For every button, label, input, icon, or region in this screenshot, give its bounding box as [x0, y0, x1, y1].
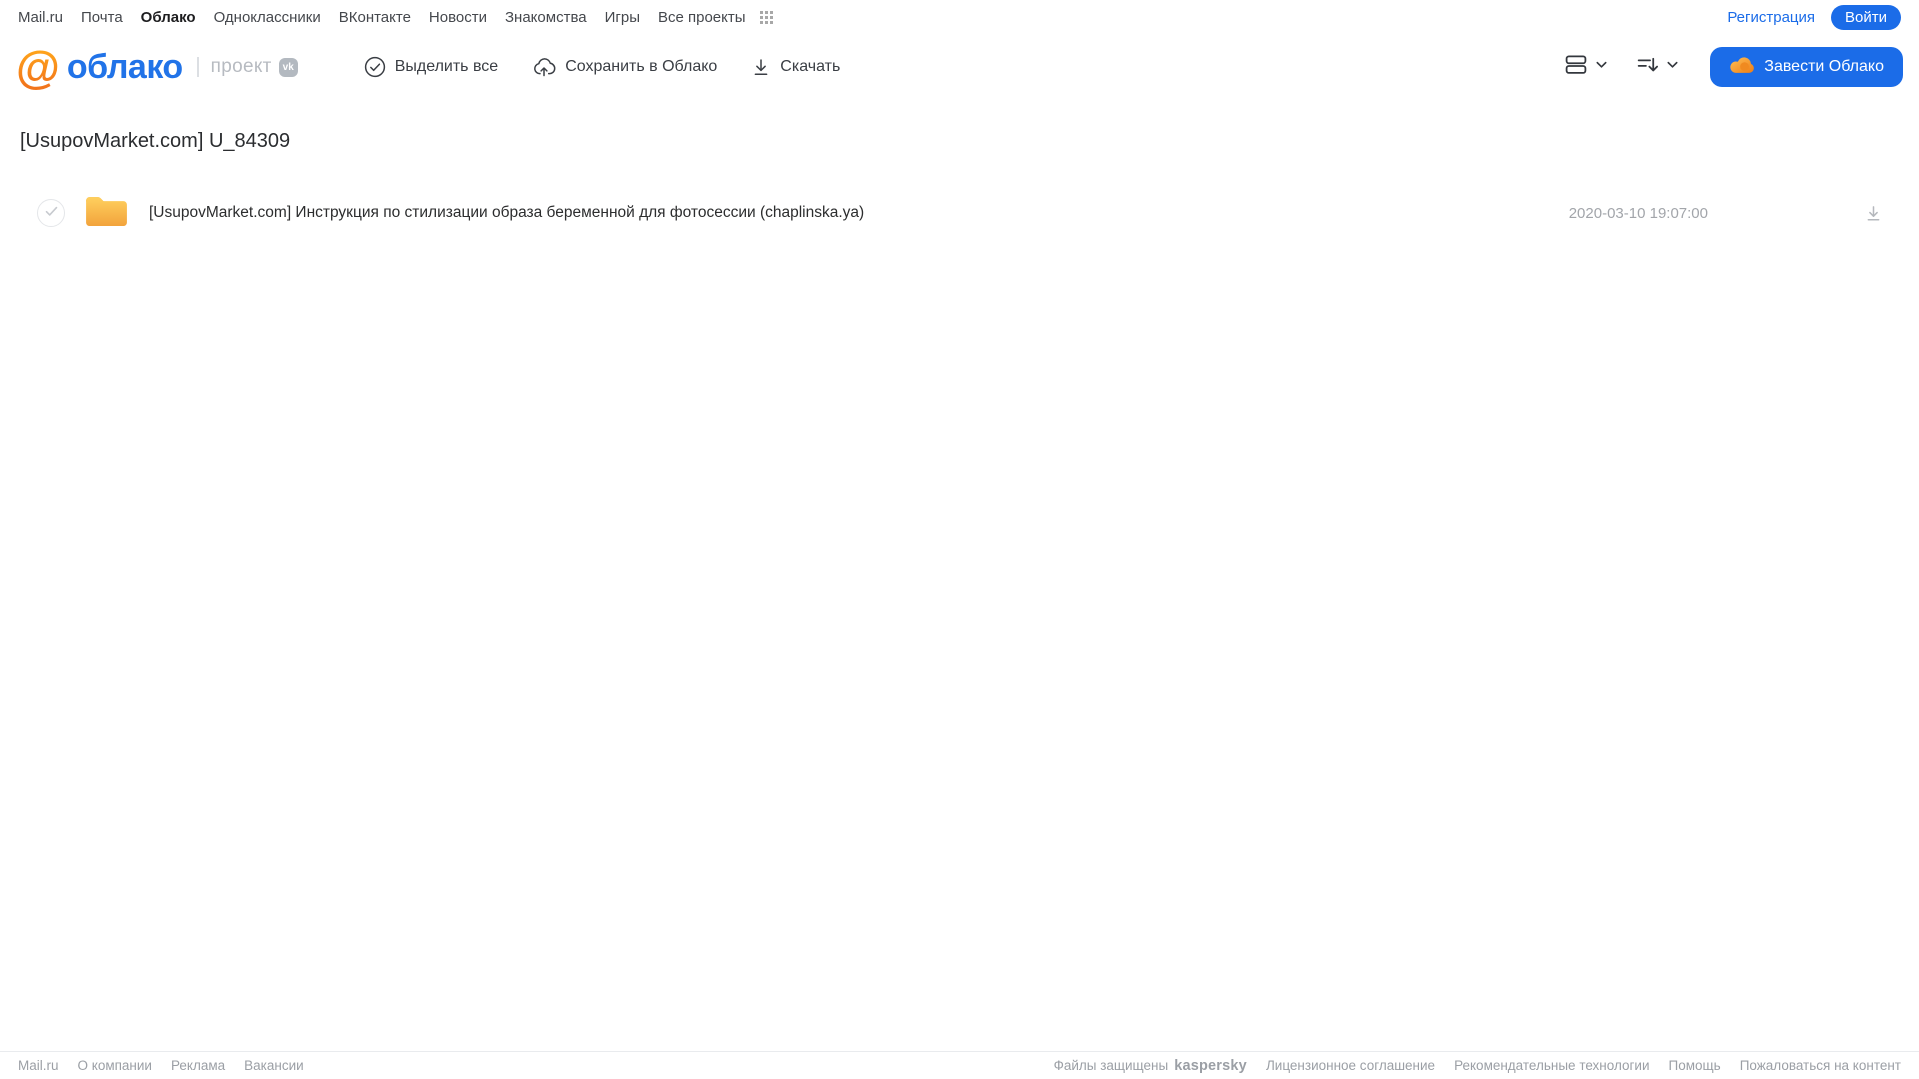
cloud-upload-icon [532, 56, 556, 78]
protected-label: Файлы защищены [1053, 1057, 1169, 1073]
footer-left-links: Mail.ru О компании Реклама Вакансии [18, 1058, 304, 1073]
save-to-cloud-button[interactable]: Сохранить в Облако [532, 56, 717, 78]
vk-badge-icon: vk [278, 57, 298, 77]
topnav-link-znakomstva[interactable]: Знакомства [505, 9, 587, 26]
footer-link-report-content[interactable]: Пожаловаться на контент [1740, 1058, 1901, 1073]
topnav-auth: Регистрация Войти [1727, 4, 1901, 30]
topnav-link-vkontakte[interactable]: ВКонтакте [339, 9, 411, 26]
registration-link[interactable]: Регистрация [1727, 9, 1815, 26]
topnav-link-mailru[interactable]: Mail.ru [18, 9, 63, 26]
file-download-button[interactable] [1864, 204, 1883, 223]
topnav-link-novosti[interactable]: Новости [429, 9, 487, 26]
create-cloud-button[interactable]: Завести Облако [1710, 47, 1903, 87]
footer-link-o-kompanii[interactable]: О компании [78, 1058, 152, 1073]
view-mode-dropdown[interactable] [1559, 49, 1613, 85]
kaspersky-protected: Файлы защищены kaspersky [1054, 1058, 1247, 1074]
footer-link-help[interactable]: Помощь [1669, 1058, 1721, 1073]
page-title: [UsupovMarket.com] U_84309 [20, 130, 291, 152]
topnav-link-pochta[interactable]: Почта [81, 9, 123, 26]
footer-link-mailru[interactable]: Mail.ru [18, 1058, 59, 1073]
cloud-share-page: Mail.ru Почта Облако Одноклассники ВКонт… [0, 0, 1919, 1079]
list-view-icon [1563, 53, 1589, 81]
save-to-cloud-label: Сохранить в Облако [565, 58, 718, 75]
topnav-link-vse-proekty[interactable]: Все проекты [658, 9, 746, 26]
file-actions-toolbar: Выделить все Сохранить в Облако Скачать [364, 56, 840, 78]
cloud-logo[interactable]: @ облако проект vk [16, 45, 298, 90]
project-label: проект [210, 56, 272, 77]
logo-text: облако [66, 47, 183, 86]
footer: Mail.ru О компании Реклама Вакансии Файл… [0, 1051, 1919, 1079]
file-name-link[interactable]: [UsupovMarket.com] Инструкция по стилиза… [149, 204, 864, 222]
footer-link-recommendation-tech[interactable]: Рекомендательные технологии [1454, 1058, 1649, 1073]
orange-cloud-icon [1729, 55, 1755, 79]
download-button[interactable]: Скачать [751, 57, 840, 77]
folder-icon [84, 193, 129, 233]
create-cloud-label: Завести Облако [1764, 58, 1884, 75]
all-projects-grid-icon[interactable] [759, 10, 773, 24]
footer-right-links: Файлы защищены kaspersky Лицензионное со… [1054, 1058, 1901, 1074]
footer-link-license[interactable]: Лицензионное соглашение [1266, 1058, 1435, 1073]
select-all-button[interactable]: Выделить все [364, 56, 498, 78]
sort-dropdown[interactable] [1631, 50, 1684, 84]
header: @ облако проект vk Выделить все Сохранит… [0, 34, 1919, 100]
file-date: 2020-03-10 19:07:00 [1568, 204, 1708, 222]
file-row[interactable]: [UsupovMarket.com] Инструкция по стилиза… [0, 187, 1919, 239]
logo-divider [196, 57, 199, 77]
download-icon [751, 57, 771, 77]
mailru-at-icon: @ [16, 41, 60, 93]
chevron-down-icon [1665, 57, 1680, 77]
chevron-down-icon [1594, 57, 1609, 77]
select-all-label: Выделить все [394, 58, 499, 75]
portal-nav: Mail.ru Почта Облако Одноклассники ВКонт… [0, 0, 1919, 34]
check-circle-icon [364, 56, 386, 78]
topnav-link-oblako[interactable]: Облако [141, 9, 196, 26]
file-checkbox[interactable] [37, 199, 65, 227]
topnav-link-igry[interactable]: Игры [605, 9, 640, 26]
footer-link-reklama[interactable]: Реклама [171, 1058, 225, 1073]
check-icon [45, 204, 58, 222]
topnav-link-odnoklassniki[interactable]: Одноклассники [214, 9, 321, 26]
login-button[interactable]: Войти [1831, 4, 1901, 30]
sort-icon [1635, 54, 1660, 80]
header-right-controls: Завести Облако [1559, 47, 1903, 87]
footer-link-vakansii[interactable]: Вакансии [244, 1058, 304, 1073]
download-label: Скачать [780, 58, 841, 75]
kaspersky-brand-link[interactable]: kaspersky [1174, 1058, 1247, 1074]
